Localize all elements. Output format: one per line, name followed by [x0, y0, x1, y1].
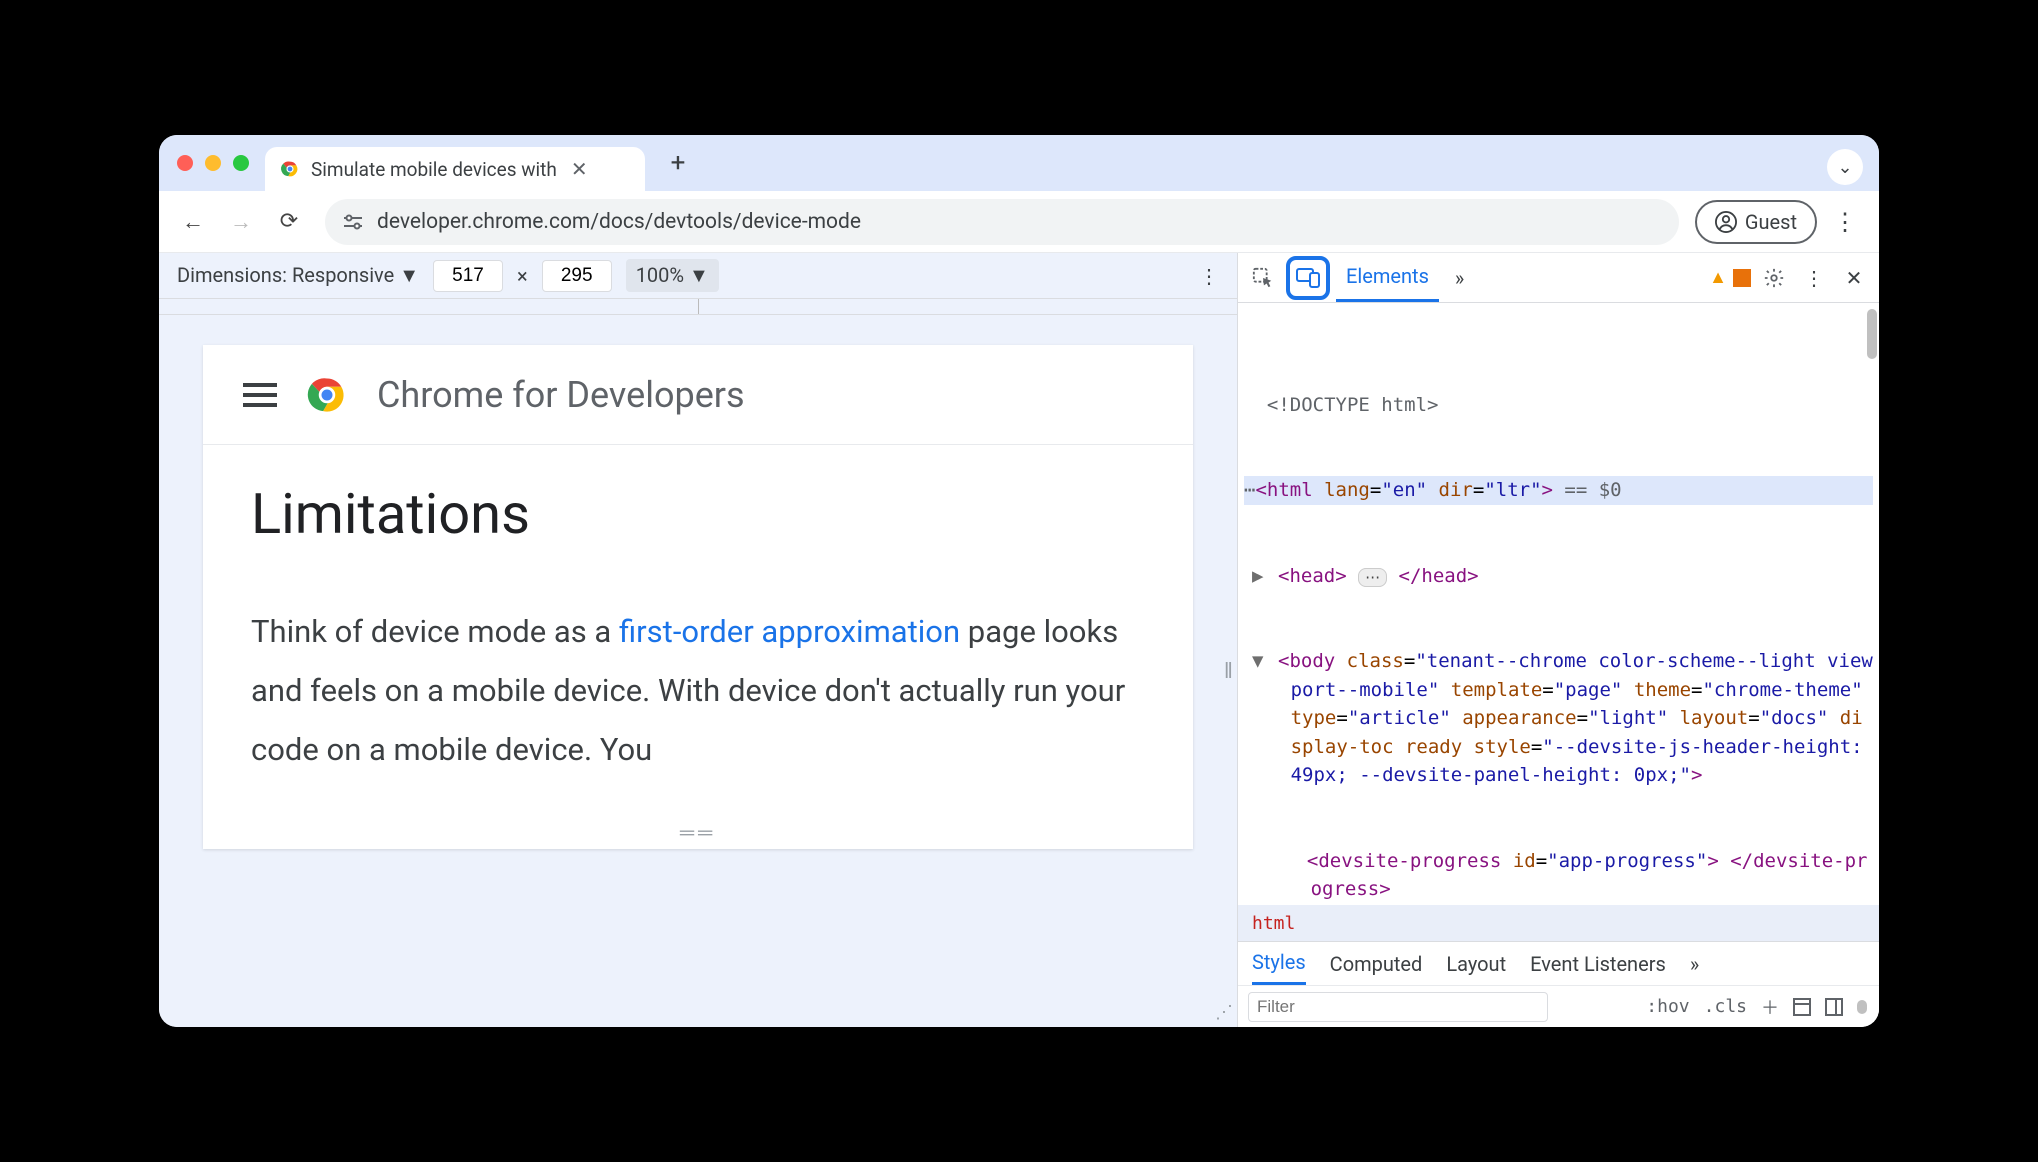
dom-tree[interactable]: <!DOCTYPE html> ⋯<html lang="en" dir="lt… [1238, 303, 1879, 905]
simulated-page[interactable]: Chrome for Developers Limitations Think … [203, 345, 1193, 849]
window-controls [167, 155, 265, 171]
dimensions-dropdown[interactable]: Dimensions: Responsive ▼ [177, 263, 419, 288]
page-header: Chrome for Developers [203, 345, 1193, 445]
more-tabs-button[interactable]: » [1445, 253, 1474, 302]
browser-menu-button[interactable]: ⋮ [1825, 208, 1865, 236]
styles-more-button[interactable]: » [1690, 952, 1699, 976]
ruler-bar[interactable] [159, 299, 1237, 315]
page-brand: Chrome for Developers [377, 374, 745, 416]
reload-button[interactable]: ⟳ [269, 202, 309, 242]
computed-sidebar-icon[interactable] [1793, 998, 1811, 1016]
maximize-window-button[interactable] [233, 155, 249, 171]
hamburger-menu-icon[interactable] [243, 383, 277, 407]
resize-handle-bottom[interactable]: ══ [203, 816, 1193, 849]
resize-handle-corner[interactable]: ⋰ [1215, 1002, 1233, 1023]
dom-doctype: <!DOCTYPE html> [1244, 391, 1873, 420]
url-text: developer.chrome.com/docs/devtools/devic… [377, 210, 861, 234]
scrollbar[interactable] [1867, 309, 1877, 359]
styles-toolbar: :hov .cls ＋ [1238, 985, 1879, 1027]
close-tab-button[interactable]: ✕ [567, 157, 592, 181]
content-area: Dimensions: Responsive ▼ × 100% ▼ ⋮ Chro… [159, 253, 1879, 1027]
approximation-link[interactable]: first-order approximation [619, 613, 960, 650]
dom-head-line[interactable]: ▶<head> ⋯ </head> [1264, 562, 1873, 591]
computed-tab[interactable]: Computed [1330, 952, 1423, 976]
minimize-window-button[interactable] [205, 155, 221, 171]
browser-tab[interactable]: Simulate mobile devices with ✕ [265, 147, 645, 191]
chrome-logo-icon [305, 373, 349, 417]
profile-label: Guest [1745, 210, 1797, 234]
tabs-dropdown-button[interactable]: ⌄ [1827, 149, 1863, 185]
dimension-separator: × [517, 264, 528, 288]
device-toolbar: Dimensions: Responsive ▼ × 100% ▼ ⋮ [159, 253, 1237, 299]
height-input[interactable] [542, 260, 612, 292]
tab-title: Simulate mobile devices with [311, 158, 557, 181]
sidebar-toggle-icon[interactable] [1825, 998, 1843, 1016]
device-more-button[interactable]: ⋮ [1199, 264, 1219, 288]
inspect-element-icon[interactable] [1246, 261, 1280, 295]
page-body: Limitations Think of device mode as a fi… [203, 445, 1193, 816]
address-bar[interactable]: developer.chrome.com/docs/devtools/devic… [325, 199, 1679, 245]
layout-tab[interactable]: Layout [1446, 952, 1506, 976]
browser-window: Simulate mobile devices with ✕ + ⌄ ← → ⟳… [159, 135, 1879, 1027]
page-heading: Limitations [251, 481, 1145, 547]
styles-scrollbar[interactable] [1857, 1000, 1867, 1014]
styles-tab[interactable]: Styles [1252, 942, 1306, 985]
devtools-panel: Elements » ▲ ⋮ ✕ <!DOCTYPE html> ⋯<html … [1237, 253, 1879, 1027]
new-rule-button[interactable]: ＋ [1761, 994, 1779, 1020]
devtools-close-button[interactable]: ✕ [1837, 261, 1871, 295]
width-input[interactable] [433, 260, 503, 292]
site-settings-icon[interactable] [343, 214, 363, 230]
profile-button[interactable]: Guest [1695, 200, 1817, 244]
zoom-dropdown[interactable]: 100% ▼ [626, 259, 719, 292]
event-listeners-tab[interactable]: Event Listeners [1530, 952, 1666, 976]
dom-html-line[interactable]: ⋯<html lang="en" dir="ltr"> == $0 [1244, 476, 1873, 505]
devtools-menu-button[interactable]: ⋮ [1797, 261, 1831, 295]
issues-icon[interactable] [1733, 269, 1751, 287]
page-paragraph: Think of device mode as a first-order ap… [251, 603, 1145, 780]
preview-viewport: Chrome for Developers Limitations Think … [159, 315, 1237, 1027]
device-toggle-button[interactable] [1286, 256, 1330, 300]
chrome-favicon-icon [279, 158, 301, 180]
back-button[interactable]: ← [173, 202, 213, 242]
cls-button[interactable]: .cls [1704, 996, 1747, 1017]
user-icon [1715, 211, 1737, 233]
breadcrumb[interactable]: html [1238, 905, 1879, 941]
styles-tabbar: Styles Computed Layout Event Listeners » [1238, 941, 1879, 985]
devtools-tabbar: Elements » ▲ ⋮ ✕ [1238, 253, 1879, 303]
device-preview-panel: Dimensions: Responsive ▼ × 100% ▼ ⋮ Chro… [159, 253, 1237, 1027]
forward-button[interactable]: → [221, 202, 261, 242]
toolbar: ← → ⟳ developer.chrome.com/docs/devtools… [159, 191, 1879, 253]
hov-button[interactable]: :hov [1646, 996, 1689, 1017]
dom-body-line[interactable]: ▼<body class="tenant--chrome color-schem… [1264, 647, 1873, 790]
tab-strip: Simulate mobile devices with ✕ + ⌄ [159, 135, 1879, 191]
styles-filter-input[interactable] [1248, 992, 1548, 1022]
resize-handle-right[interactable]: ‖ [1224, 658, 1231, 684]
warning-icon[interactable]: ▲ [1709, 267, 1727, 288]
elements-tab[interactable]: Elements [1336, 253, 1439, 302]
settings-icon[interactable] [1757, 261, 1791, 295]
dom-progress-line[interactable]: <devsite-progress id="app-progress"> </d… [1284, 847, 1873, 904]
close-window-button[interactable] [177, 155, 193, 171]
new-tab-button[interactable]: + [659, 144, 697, 182]
